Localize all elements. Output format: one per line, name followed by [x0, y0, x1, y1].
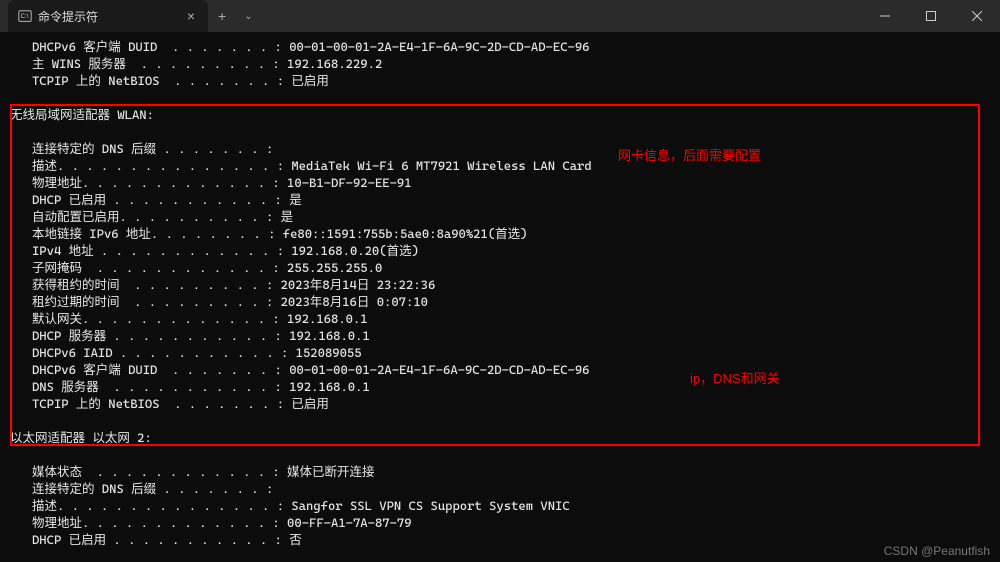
maximize-icon: [926, 11, 936, 21]
window-controls: [862, 0, 1000, 32]
svg-text:C:\: C:\: [21, 13, 29, 20]
tab-close-button[interactable]: ×: [184, 8, 198, 24]
tab-dropdown-button[interactable]: ⌄: [236, 11, 260, 22]
terminal-output[interactable]: DHCPv6 客户端 DUID . . . . . . . : 00-01-00…: [0, 32, 1000, 562]
cmd-icon: C:\: [18, 9, 32, 23]
close-button[interactable]: [954, 0, 1000, 32]
active-tab[interactable]: C:\ 命令提示符 ×: [8, 0, 208, 32]
maximize-button[interactable]: [908, 0, 954, 32]
minimize-icon: [880, 11, 890, 21]
tab-title: 命令提示符: [38, 8, 178, 25]
title-bar: C:\ 命令提示符 × + ⌄: [0, 0, 1000, 32]
watermark: CSDN @Peanutfish: [884, 544, 990, 558]
new-tab-button[interactable]: +: [208, 8, 236, 24]
minimize-button[interactable]: [862, 0, 908, 32]
close-icon: [972, 11, 982, 21]
